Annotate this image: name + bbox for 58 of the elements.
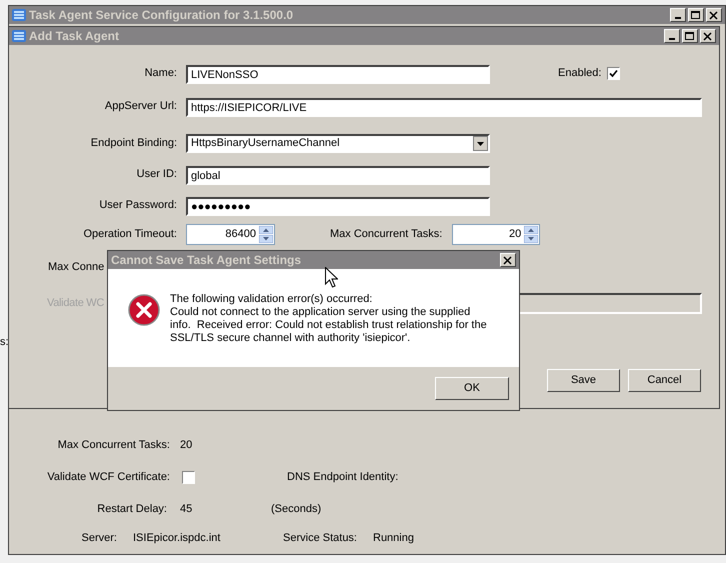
field-label: Max Concurrent Tasks: (330, 227, 442, 242)
close-icon (503, 256, 513, 264)
field-label: Validate WCF Certificate: (46, 470, 170, 485)
field-label: Name: (144, 66, 177, 82)
minimize-icon (675, 16, 681, 18)
user-id-field[interactable]: global (186, 166, 490, 185)
field-value: 20 (180, 438, 192, 453)
close-icon (703, 32, 713, 40)
dialog-button[interactable]: Save (547, 369, 620, 392)
minimize-icon (669, 38, 675, 40)
endpoint-dropdown[interactable]: HttpsBinaryUsernameChannel (186, 134, 490, 153)
window-title: Cannot Save Task Agent Settings (111, 254, 302, 266)
number-spinner[interactable]: 20 (452, 224, 540, 245)
maximize-icon (685, 32, 695, 40)
error-message: The following validation error(s) occurred: Could not connect to the application server using the supplied info. Received error: Could not establish trust relationship for the SSL/TLS secure channel with authority 'isiepicor'. (170, 293, 487, 345)
minimize-button[interactable] (664, 29, 680, 43)
close-button[interactable] (706, 8, 722, 22)
maximize-button[interactable] (682, 29, 698, 43)
field-label: Max Conne (48, 260, 104, 275)
password-field[interactable]: ●●●●●●●●● (186, 197, 490, 216)
close-button[interactable] (700, 29, 716, 43)
field-value: 45 (180, 502, 194, 517)
field-label: Restart Delay: (96, 502, 167, 517)
field-value: Running (373, 530, 414, 546)
spin-up-icon[interactable] (524, 226, 538, 234)
close-icon (709, 10, 719, 20)
field-label: User ID: (136, 167, 177, 182)
field-label: Max Concurrent Tasks: (56, 438, 170, 453)
field-label: Service Status: (282, 530, 357, 546)
window-icon (12, 9, 26, 21)
minimize-button[interactable] (670, 8, 686, 22)
maximize-button[interactable] (688, 8, 704, 22)
maximize-icon (691, 10, 701, 20)
spin-down-icon[interactable] (524, 235, 538, 243)
checkbox[interactable] (607, 67, 620, 80)
field-label: Operation Timeout: (82, 227, 177, 242)
spin-up-icon[interactable] (259, 226, 273, 234)
url-field[interactable]: https://ISIEPICOR/LIVE (186, 98, 702, 117)
name-field[interactable]: LIVENonSSO (186, 65, 490, 84)
field-label: Endpoint Binding: (90, 136, 177, 152)
field-label: AppServer Url: (104, 99, 177, 114)
window-icon (12, 30, 26, 42)
window-title: Add Task Agent (29, 30, 120, 42)
field-label: Enabled: (558, 66, 602, 82)
field-label: Server: (80, 530, 117, 546)
field-label: DNS Endpoint Identity: (287, 470, 398, 485)
checkbox[interactable] (182, 470, 195, 484)
number-spinner[interactable]: 86400 (186, 224, 275, 245)
window-title: Task Agent Service Configuration for 3.1.500.0 (29, 9, 294, 21)
spin-down-icon[interactable] (259, 235, 273, 243)
field-value: (Seconds) (271, 502, 322, 517)
dialog-button[interactable]: Cancel (628, 369, 701, 392)
close-button[interactable] (500, 253, 516, 267)
field-label: User Password: (98, 198, 177, 214)
background-text: s: (0, 335, 9, 350)
field-value: ISIEpicor.ispdc.int (133, 530, 222, 546)
dialog-button[interactable]: OK (435, 377, 509, 400)
error-icon (128, 294, 160, 326)
